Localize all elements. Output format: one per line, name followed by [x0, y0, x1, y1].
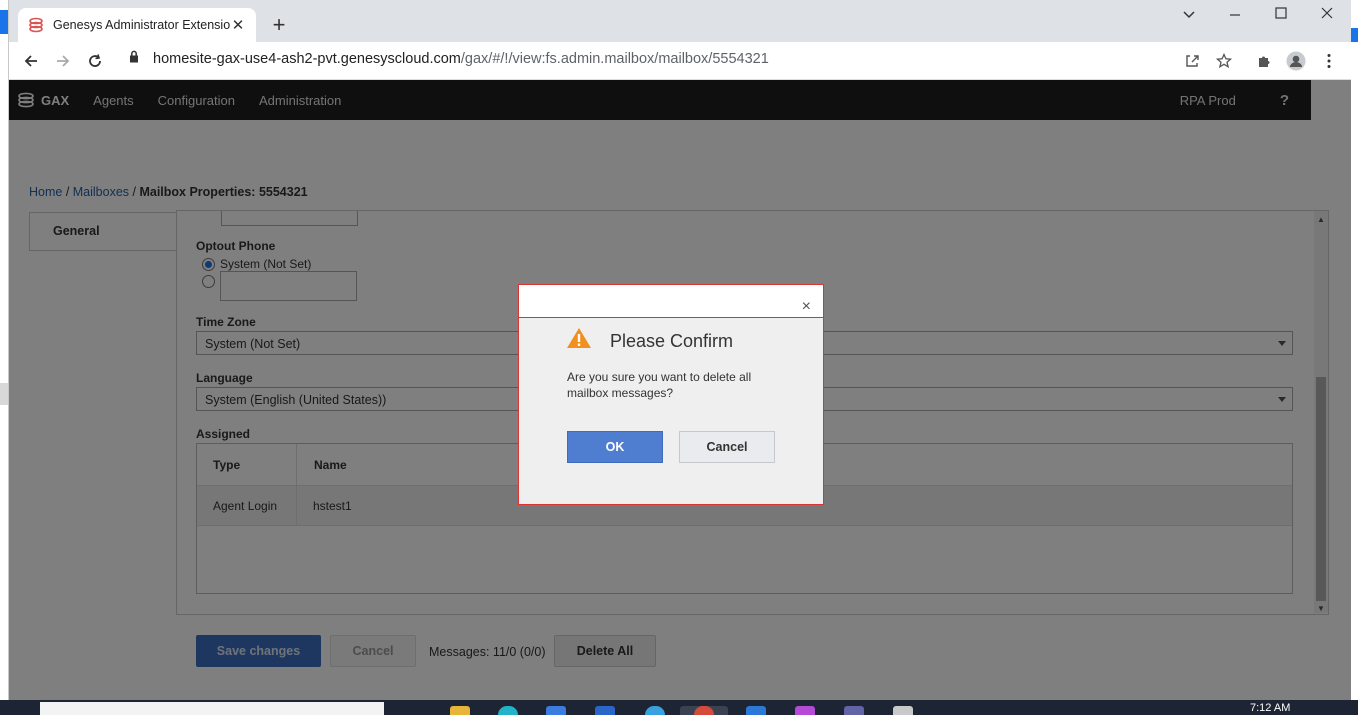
app-icon[interactable] [645, 706, 665, 715]
file-explorer-icon[interactable] [450, 706, 470, 715]
store-icon[interactable] [546, 706, 566, 715]
back-arrow-icon[interactable] [20, 50, 42, 72]
close-icon[interactable]: × [802, 299, 811, 315]
teams-icon[interactable] [844, 706, 864, 715]
share-icon[interactable] [1182, 51, 1202, 71]
dialog-message: Are you sure you want to delete all mail… [567, 370, 752, 400]
browser-tab-title: Genesys Administrator Extension [53, 18, 230, 32]
app-icon[interactable] [795, 706, 815, 715]
dialog-cancel-button[interactable]: Cancel [679, 431, 775, 463]
taskbar-search-box[interactable] [40, 702, 384, 715]
maximize-icon[interactable] [1266, 6, 1296, 22]
app-icon[interactable] [893, 706, 913, 715]
minimize-icon[interactable] [1220, 6, 1250, 22]
window-close-icon[interactable] [1312, 6, 1342, 22]
url-path: /gax/#/!/view:fs.admin.mailbox/mailbox/5… [460, 50, 769, 67]
extensions-puzzle-icon[interactable] [1254, 51, 1274, 71]
tab-search-chevron-icon[interactable] [1174, 6, 1204, 22]
bookmark-star-icon[interactable] [1214, 51, 1234, 71]
outlook-icon[interactable] [746, 706, 766, 715]
windows-taskbar: 7:12 AM [0, 700, 1358, 715]
profile-avatar-icon[interactable] [1286, 51, 1306, 71]
forward-arrow-icon[interactable] [52, 50, 74, 72]
browser-tab-gax[interactable]: Genesys Administrator Extension ✕ [18, 8, 256, 42]
url-host: homesite-gax-use4-ash2-pvt.genesyscloud.… [153, 50, 461, 67]
genesys-favicon-icon [28, 17, 44, 33]
desktop-edge-left [0, 0, 8, 715]
desktop-edge-right [1350, 28, 1358, 42]
chrome-icon[interactable] [694, 706, 714, 715]
dialog-title: Please Confirm [610, 331, 734, 351]
browser-menu-icon[interactable] [1319, 51, 1339, 71]
edge-icon[interactable] [498, 706, 518, 715]
taskbar-clock[interactable]: 7:12 AM [1250, 702, 1290, 714]
address-bar[interactable]: homesite-gax-use4-ash2-pvt.genesyscloud.… [129, 50, 769, 67]
new-tab-button[interactable]: + [267, 13, 291, 37]
warning-icon [566, 327, 592, 352]
desktop-window-sliver [0, 10, 8, 34]
dialog-header: × [519, 285, 823, 318]
confirm-dialog: × Please Confirm Are you sure you want t… [518, 284, 824, 505]
app-icon[interactable] [595, 706, 615, 715]
lock-icon [129, 50, 139, 67]
desktop-gray-sliver [0, 383, 8, 405]
tab-strip: Genesys Administrator Extension ✕ + [9, 0, 1351, 42]
reload-icon[interactable] [84, 50, 106, 72]
ok-button[interactable]: OK [567, 431, 663, 463]
tab-close-icon[interactable]: ✕ [230, 16, 246, 34]
browser-toolbar: homesite-gax-use4-ash2-pvt.genesyscloud.… [9, 42, 1351, 80]
